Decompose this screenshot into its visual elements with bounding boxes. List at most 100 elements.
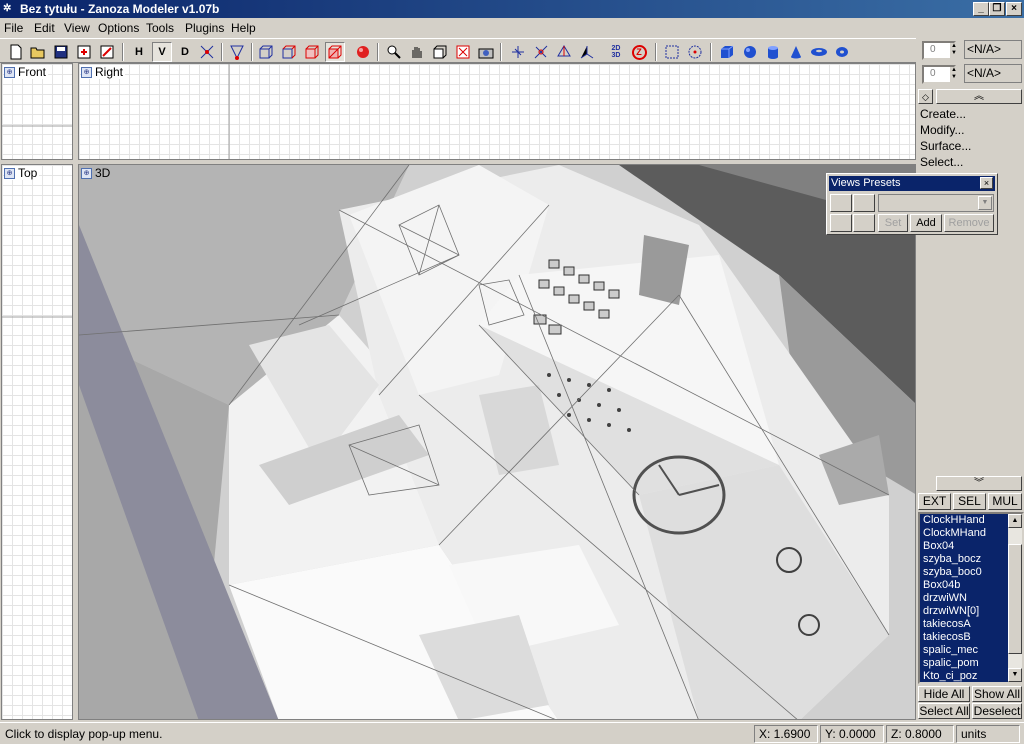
menu-view[interactable]: View <box>64 21 90 35</box>
import-icon[interactable] <box>74 42 94 62</box>
move-tool-icon[interactable] <box>508 42 528 62</box>
viewport-menu-icon[interactable]: ⊕ <box>4 167 15 179</box>
select-vertex-icon[interactable] <box>227 42 247 62</box>
title-bar: ✲ Bez tytułu - Zanoza Modeler v1.07b _ ❐… <box>0 0 1024 18</box>
new-file-icon[interactable] <box>6 42 26 62</box>
menu-tools[interactable]: Tools <box>146 21 174 35</box>
pin-icon[interactable]: ◇ <box>918 89 933 104</box>
rotate-view-icon[interactable] <box>430 42 450 62</box>
z-axis-toggle[interactable]: Z <box>629 42 649 62</box>
list-item[interactable]: spalic_mec <box>920 644 1022 657</box>
menu-help[interactable]: Help <box>231 21 256 35</box>
collapse-up-icon[interactable]: ︽ <box>936 89 1022 104</box>
list-item[interactable]: Box04b <box>920 579 1022 592</box>
list-item[interactable]: takiecosA <box>920 618 1022 631</box>
close-button[interactable]: × <box>1006 2 1022 16</box>
object-list[interactable]: ClockHHand ClockMHand Box04 szyba_bocz s… <box>918 512 1024 684</box>
viewport-front-label: Front <box>18 65 47 79</box>
object-list-scrollbar[interactable]: ▲ ▼ <box>1008 514 1022 682</box>
scroll-thumb[interactable] <box>1008 544 1022 654</box>
preset-slot-2[interactable] <box>853 194 875 212</box>
app-icon[interactable]: ✲ <box>3 2 17 16</box>
menu-file[interactable]: File <box>4 21 23 35</box>
spin-arrows-icon[interactable]: ▲ ▼ <box>950 43 958 58</box>
v-toggle[interactable]: V <box>152 42 172 62</box>
pan-hand-icon[interactable] <box>407 42 427 62</box>
axis-tool-icon[interactable] <box>577 42 597 62</box>
viewport-top[interactable]: ⊕ Top <box>1 164 73 720</box>
h-toggle[interactable]: H <box>129 42 149 62</box>
viewport-menu-icon[interactable]: ⊕ <box>81 167 92 179</box>
menu-edit[interactable]: Edit <box>34 21 55 35</box>
expand-down-icon[interactable]: ︾ <box>936 476 1022 491</box>
create-disc-icon[interactable] <box>832 42 852 62</box>
spin-1[interactable]: 0 ▲ ▼ <box>922 41 958 60</box>
export-icon[interactable] <box>97 42 117 62</box>
create-box-icon[interactable] <box>717 42 737 62</box>
save-icon[interactable] <box>51 42 71 62</box>
list-item[interactable]: drzwiWN[0] <box>920 605 1022 618</box>
menu-options[interactable]: Options <box>98 21 139 35</box>
viewport-right-label: Right <box>95 65 124 79</box>
viewport-menu-icon[interactable]: ⊕ <box>4 66 15 78</box>
open-folder-icon[interactable] <box>28 42 48 62</box>
cmd-modify[interactable]: Modify... <box>920 123 964 137</box>
cube-top-icon[interactable] <box>302 42 322 62</box>
restore-button[interactable]: ❐ <box>989 2 1005 16</box>
select-all-button[interactable]: Select All <box>918 703 970 719</box>
list-item[interactable]: ClockHHand <box>920 514 1022 527</box>
cmd-surface[interactable]: Surface... <box>920 139 971 153</box>
preset-slot-3[interactable] <box>830 214 852 232</box>
preset-slot-4[interactable] <box>853 214 875 232</box>
cube-front-icon[interactable] <box>256 42 276 62</box>
scene-render <box>79 165 915 719</box>
viewport-3d[interactable]: ⊕ 3D <box>78 164 916 720</box>
menu-plugins[interactable]: Plugins <box>185 21 224 35</box>
cube-solid-icon[interactable] <box>325 42 345 62</box>
minimize-button[interactable]: _ <box>973 2 989 16</box>
cube-side-icon[interactable] <box>279 42 299 62</box>
show-all-button[interactable]: Show All <box>972 686 1022 702</box>
list-item[interactable]: ClockMHand <box>920 527 1022 540</box>
zoom-extents-icon[interactable] <box>453 42 473 62</box>
scroll-up-icon[interactable]: ▲ <box>1008 514 1022 528</box>
d-toggle[interactable]: D <box>175 42 195 62</box>
list-item[interactable]: spalic_pom <box>920 657 1022 670</box>
list-item[interactable]: Kto_ci_poz <box>920 670 1022 682</box>
rotate-tool-icon[interactable] <box>554 42 574 62</box>
menu-bar: File Edit View Options Tools Plugins Hel… <box>0 18 1024 38</box>
list-item[interactable]: Box04 <box>920 540 1022 553</box>
select-rect-icon[interactable] <box>662 42 682 62</box>
list-item[interactable]: takiecosB <box>920 631 1022 644</box>
render-sphere-icon[interactable] <box>353 42 373 62</box>
viewport-menu-icon[interactable]: ⊕ <box>81 66 92 78</box>
viewport-3d-label: 3D <box>95 166 111 180</box>
deselect-button[interactable]: Deselect <box>972 703 1022 719</box>
create-cylinder-icon[interactable] <box>763 42 783 62</box>
create-cone-icon[interactable] <box>786 42 806 62</box>
create-sphere-icon[interactable] <box>740 42 760 62</box>
move-axes-icon[interactable] <box>197 42 217 62</box>
list-item[interactable]: drzwiWN <box>920 592 1022 605</box>
filter-ext-button[interactable]: EXT <box>918 493 951 510</box>
scroll-down-icon[interactable]: ▼ <box>1008 668 1022 682</box>
scale-tool-icon[interactable] <box>531 42 551 62</box>
create-torus-icon[interactable] <box>809 42 829 62</box>
zoom-icon[interactable] <box>384 42 404 62</box>
filter-sel-button[interactable]: SEL <box>953 493 986 510</box>
hide-all-button[interactable]: Hide All <box>918 686 970 702</box>
camera-icon[interactable] <box>476 42 496 62</box>
cmd-create[interactable]: Create... <box>920 107 966 121</box>
list-item[interactable]: szyba_bocz <box>920 553 1022 566</box>
filter-mul-button[interactable]: MUL <box>988 493 1022 510</box>
mode-2d3d-toggle[interactable]: 2D 3D <box>606 42 626 62</box>
select-circle-icon[interactable] <box>685 42 705 62</box>
cmd-select[interactable]: Select... <box>920 155 963 169</box>
list-item[interactable]: szyba_boc0 <box>920 566 1022 579</box>
spin-2[interactable]: 0 ▲ ▼ <box>922 65 958 84</box>
preset-set-button[interactable]: Set <box>878 214 908 232</box>
viewport-right[interactable]: ⊕ Right <box>78 63 916 160</box>
viewport-front[interactable]: ⊕ Front <box>1 63 73 160</box>
preset-slot-1[interactable] <box>830 194 852 212</box>
spin-arrows-icon[interactable]: ▲ ▼ <box>950 67 958 82</box>
